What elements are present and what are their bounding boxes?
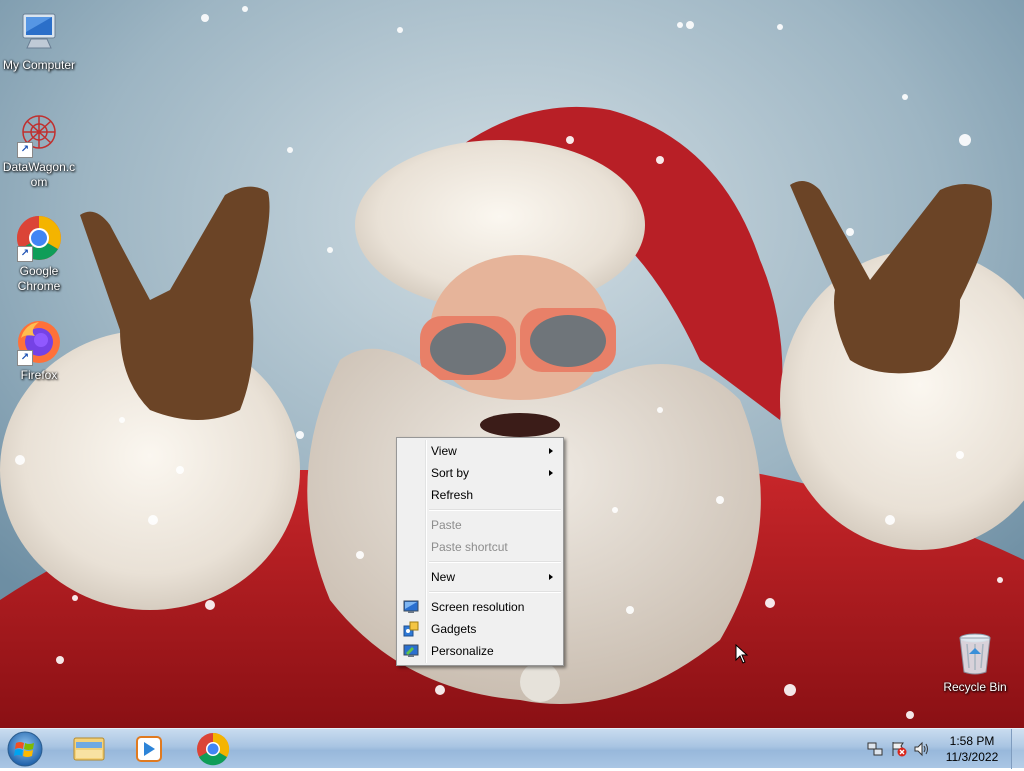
clock-date: 11/3/2022	[945, 750, 999, 764]
menu-item-label: Gadgets	[431, 622, 477, 636]
chrome-icon: ↗	[15, 214, 63, 262]
menu-item-label: Refresh	[431, 488, 474, 502]
taskbar: 1:58 PM 11/3/2022	[0, 728, 1024, 769]
menu-item-new[interactable]: New	[397, 566, 563, 588]
shortcut-arrow-icon: ↗	[17, 142, 33, 158]
menu-item-label: New	[431, 570, 456, 584]
menu-separator	[429, 561, 561, 563]
taskbar-chrome-button[interactable]	[186, 730, 240, 768]
windows-explorer-icon	[73, 737, 105, 761]
menu-item-gadgets[interactable]: Gadgets	[397, 618, 563, 640]
desktop-icon-google-chrome[interactable]: ↗ Google Chrome	[1, 214, 77, 294]
mouse-cursor-icon	[735, 644, 749, 664]
submenu-arrow-icon	[549, 470, 553, 476]
menu-item-label: Personalize	[431, 644, 494, 658]
menu-item-paste-shortcut[interactable]: Paste shortcut	[397, 536, 563, 558]
firefox-icon: ↗	[15, 318, 63, 366]
desktop-icon-recycle-bin[interactable]: Recycle Bin	[937, 630, 1013, 695]
submenu-arrow-icon	[549, 574, 553, 580]
desktop-icon-label: Recycle Bin	[943, 680, 1007, 694]
taskbar-explorer-button[interactable]	[62, 730, 116, 768]
desktop-icon-label: Google Chrome	[17, 264, 61, 293]
chrome-icon	[197, 732, 230, 766]
windows-logo-icon	[7, 731, 43, 767]
menu-separator	[429, 509, 561, 511]
menu-item-label: Screen resolution	[431, 600, 525, 614]
menu-item-screen-resolution[interactable]: Screen resolution	[397, 596, 563, 618]
start-button[interactable]	[4, 730, 46, 768]
shortcut-arrow-icon: ↗	[17, 350, 33, 366]
media-player-icon	[136, 736, 162, 762]
personalize-icon	[403, 643, 419, 659]
desktop-context-menu: View Sort by Refresh Paste Paste shortcu…	[396, 437, 564, 666]
desktop-icon-my-computer[interactable]: My Computer	[1, 8, 77, 73]
network-icon[interactable]	[867, 741, 883, 757]
menu-separator	[429, 591, 561, 593]
recycle-bin-icon	[951, 630, 999, 678]
desktop-icon-label: My Computer	[2, 58, 76, 72]
volume-icon[interactable]	[914, 741, 930, 757]
menu-item-refresh[interactable]: Refresh	[397, 484, 563, 506]
computer-icon	[15, 8, 63, 56]
desktop-icon-label: Firefox	[20, 368, 58, 382]
gadgets-icon	[403, 621, 419, 637]
menu-item-label: Paste	[431, 518, 462, 532]
clock-time: 1:58 PM	[949, 734, 995, 748]
taskbar-clock[interactable]: 1:58 PM 11/3/2022	[932, 733, 1012, 765]
datawagon-icon: ↗	[15, 110, 63, 158]
menu-item-label: Sort by	[431, 466, 470, 480]
submenu-arrow-icon	[549, 448, 553, 454]
show-desktop-button[interactable]	[1011, 729, 1024, 769]
action-center-icon[interactable]	[891, 741, 907, 757]
desktop-icon-label: DataWagon.com	[2, 160, 76, 189]
desktop-icon-datawagon[interactable]: ↗ DataWagon.com	[1, 110, 77, 190]
menu-item-personalize[interactable]: Personalize	[397, 640, 563, 662]
shortcut-arrow-icon: ↗	[17, 246, 33, 262]
desktop-icon-firefox[interactable]: ↗ Firefox	[1, 318, 77, 383]
menu-item-view[interactable]: View	[397, 440, 563, 462]
menu-item-paste[interactable]: Paste	[397, 514, 563, 536]
screen-resolution-icon	[403, 599, 419, 615]
menu-item-label: View	[431, 444, 457, 458]
taskbar-media-player-button[interactable]	[122, 730, 176, 768]
menu-item-sort-by[interactable]: Sort by	[397, 462, 563, 484]
menu-item-label: Paste shortcut	[431, 540, 508, 554]
